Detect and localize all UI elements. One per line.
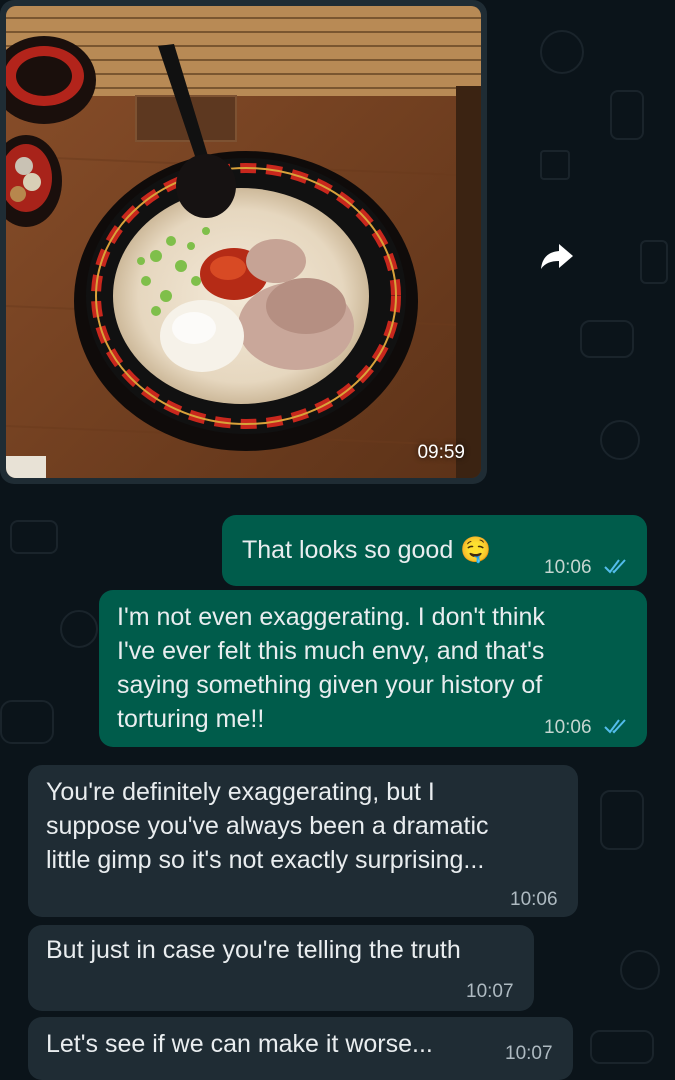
forward-button[interactable] bbox=[535, 234, 579, 278]
message-bubble-incoming[interactable]: You're definitely exaggerating, but I su… bbox=[28, 765, 578, 917]
message-bubble-outgoing[interactable]: That looks so good 🤤 10:06 bbox=[222, 515, 647, 586]
message-line: little gimp so it's not exactly surprisi… bbox=[46, 846, 485, 874]
message-bubble-incoming[interactable]: Let's see if we can make it worse... 10:… bbox=[28, 1017, 573, 1080]
image-timestamp: 09:59 bbox=[417, 442, 465, 463]
message-line: I'm not even exaggerating. I don't think bbox=[117, 603, 545, 631]
message-timestamp: 10:06 bbox=[544, 557, 592, 578]
message-timestamp: 10:06 bbox=[544, 717, 592, 738]
message-text: You're definitely exaggerating, but I su… bbox=[46, 775, 489, 877]
message-text: That looks so good 🤤 bbox=[242, 536, 492, 564]
message-timestamp: 10:07 bbox=[466, 981, 514, 1002]
message-line: saying something given your history of bbox=[117, 671, 543, 699]
message-line: torturing me!! bbox=[117, 705, 265, 733]
message-text: Let's see if we can make it worse... bbox=[46, 1030, 433, 1058]
ramen-image bbox=[6, 6, 481, 478]
message-text: But just in case you're telling the trut… bbox=[46, 936, 461, 964]
message-line: suppose you've always been a dramatic bbox=[46, 812, 489, 840]
message-bubble-outgoing[interactable]: I'm not even exaggerating. I don't think… bbox=[99, 590, 647, 747]
image-message[interactable]: 09:59 bbox=[0, 0, 487, 484]
message-line: You're definitely exaggerating, but I bbox=[46, 778, 435, 806]
message-line: I've ever felt this much envy, and that'… bbox=[117, 637, 545, 665]
message-bubble-incoming[interactable]: But just in case you're telling the trut… bbox=[28, 925, 534, 1011]
read-receipt-icon bbox=[604, 559, 626, 574]
ramen-photo[interactable]: 09:59 bbox=[6, 6, 481, 478]
message-timestamp: 10:06 bbox=[510, 889, 558, 910]
forward-icon bbox=[541, 244, 573, 269]
message-text: I'm not even exaggerating. I don't think… bbox=[117, 600, 545, 736]
message-timestamp: 10:07 bbox=[505, 1043, 553, 1064]
read-receipt-icon bbox=[604, 719, 626, 734]
